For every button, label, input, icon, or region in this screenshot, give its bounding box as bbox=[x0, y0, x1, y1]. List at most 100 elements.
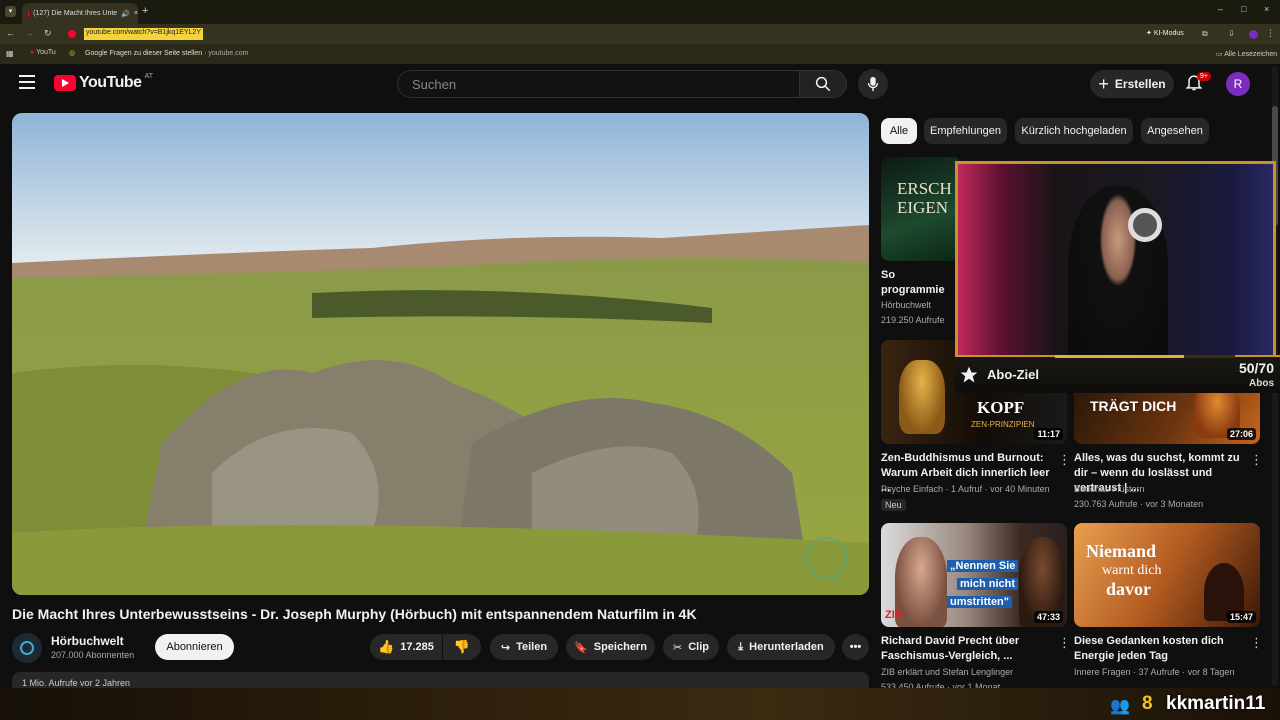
sub-goal-count: 50/70 bbox=[1238, 360, 1274, 376]
google-lens-icon: ◎ bbox=[69, 50, 76, 57]
thumbs-down-icon: 👎 bbox=[453, 639, 471, 654]
download-button[interactable]: ⤓ Herunterladen bbox=[727, 634, 835, 660]
create-label: Erstellen bbox=[1114, 77, 1166, 91]
rec-menu-icon[interactable]: ⋮ bbox=[1250, 635, 1263, 651]
rec-thumb-text: KOPF bbox=[977, 398, 1025, 417]
bookmark-bar: ▦ ● YouTu ◎ Google Fragen zu dieser Seit… bbox=[0, 44, 1280, 64]
tab-menu-icon[interactable]: ▾ bbox=[5, 6, 16, 17]
rec-channel[interactable]: Innere Fragen bbox=[1074, 667, 1131, 677]
back-icon[interactable]: ← bbox=[6, 28, 15, 38]
rec-meta: 230.763 Aufrufe · vor 3 Monaten bbox=[1074, 499, 1204, 509]
maximize-icon[interactable]: □ bbox=[1241, 4, 1246, 14]
rec-thumbnail[interactable]: ERSCH EIGEN bbox=[881, 157, 961, 261]
create-button[interactable]: + Erstellen bbox=[1090, 70, 1174, 98]
bookmark-youtube[interactable]: ● YouTu bbox=[30, 49, 56, 56]
rec-thumb-text-2: mich nicht bbox=[957, 578, 1019, 590]
subscribe-button[interactable]: Abonnieren bbox=[155, 634, 234, 660]
address-bar-row: ← → ↻ youtube.com/watch?v=B1jkq1EYL2Y ✦ … bbox=[0, 24, 1280, 44]
rec-menu-icon[interactable]: ⋮ bbox=[1058, 452, 1071, 468]
youtube-logo-text: YouTube bbox=[79, 74, 142, 91]
video-duration: 27:06 bbox=[1226, 428, 1256, 440]
video-player[interactable] bbox=[12, 113, 869, 595]
download-label: Herunterladen bbox=[749, 641, 824, 653]
minimize-icon[interactable]: – bbox=[1218, 4, 1223, 14]
rec-channel[interactable]: ZIB erklärt und Stefan Lenglinger bbox=[881, 665, 1013, 680]
rec-thumbnail[interactable]: „Nennen Sie mich nicht umstritten" ZIB 4… bbox=[881, 523, 1067, 627]
share-label: Teilen bbox=[516, 641, 548, 653]
new-badge: Neu bbox=[881, 499, 906, 511]
sub-goal-unit: Abos bbox=[1249, 378, 1274, 389]
zib-logo: ZIB bbox=[885, 609, 903, 621]
ki-mode-button[interactable]: ✦ KI-Modus bbox=[1146, 29, 1184, 37]
hamburger-menu-icon[interactable] bbox=[19, 75, 35, 89]
browser-tab[interactable]: (127) Die Macht Ihres Unte 🔊 × bbox=[22, 3, 138, 24]
site-info-icon[interactable] bbox=[68, 30, 76, 38]
google-ask-text: Google Fragen zu dieser Seite stellen bbox=[85, 50, 203, 57]
rec-meta: 1 Aufruf · vor 40 Minuten bbox=[951, 484, 1050, 494]
dislike-button[interactable]: 👎 bbox=[443, 634, 481, 660]
rec-thumb-text-2: warnt dich bbox=[1102, 563, 1162, 578]
thumbs-up-icon: 👍 bbox=[378, 639, 395, 654]
save-label: Speichern bbox=[593, 641, 647, 653]
rec-thumbnail[interactable]: Niemand warnt dich davor 15:47 bbox=[1074, 523, 1260, 627]
rec-thumb-text-1: „Nennen Sie bbox=[947, 560, 1019, 572]
scissors-icon: ✂ bbox=[673, 641, 683, 654]
google-ask-domain: youtube.com bbox=[208, 50, 249, 57]
forward-icon[interactable]: → bbox=[25, 28, 34, 38]
close-window-icon[interactable]: × bbox=[1264, 4, 1269, 14]
chip-recommendations[interactable]: Empfehlungen bbox=[924, 118, 1007, 144]
video-duration: 11:17 bbox=[1034, 428, 1063, 440]
search-button[interactable] bbox=[799, 70, 847, 98]
download-icon[interactable]: ⇩ bbox=[1228, 29, 1235, 38]
new-tab-icon[interactable]: + bbox=[142, 5, 148, 17]
save-button[interactable]: 🔖 Speichern bbox=[566, 634, 655, 660]
apps-icon[interactable]: ▦ bbox=[6, 49, 14, 58]
rec-menu-icon[interactable]: ⋮ bbox=[1058, 635, 1071, 651]
audio-icon: 🔊 bbox=[121, 10, 130, 18]
video-duration: 47:33 bbox=[1033, 611, 1063, 623]
webcam-overlay bbox=[955, 161, 1276, 361]
clip-button[interactable]: ✂ Clip bbox=[663, 634, 719, 660]
url-field[interactable]: youtube.com/watch?v=B1jkq1EYL2Y bbox=[84, 28, 203, 40]
rec-thumb-text: ERSCH EIGEN bbox=[897, 179, 952, 217]
chip-recently-uploaded[interactable]: Kürzlich hochgeladen bbox=[1015, 118, 1133, 144]
viewer-count: 8 bbox=[1142, 693, 1153, 714]
rec-thumb-subtext: ZEN-PRINZIPIEN bbox=[971, 420, 1035, 429]
youtube-play-logo-icon bbox=[54, 75, 76, 91]
sub-goal-progress-fill bbox=[1055, 355, 1184, 358]
tab-close-icon[interactable]: × bbox=[134, 10, 138, 17]
share-icon: ↪ bbox=[500, 641, 511, 654]
extension-icon[interactable]: ⧉ bbox=[1202, 29, 1208, 39]
notification-badge: 9+ bbox=[1197, 72, 1211, 81]
rec-title[interactable]: So programmie Unterbewussts bbox=[881, 268, 956, 298]
rec-channel[interactable]: Hörbuchwelt bbox=[881, 298, 931, 313]
search-input[interactable]: Suchen bbox=[397, 70, 799, 98]
browser-tab-bar: ▾ (127) Die Macht Ihres Unte 🔊 × + – □ × bbox=[0, 0, 1280, 24]
profile-icon[interactable] bbox=[1249, 30, 1258, 39]
rec-channel[interactable]: Buddhas Flüstern bbox=[1074, 482, 1145, 497]
chip-watched[interactable]: Angesehen bbox=[1141, 118, 1209, 144]
more-actions-button[interactable]: ••• bbox=[842, 634, 869, 660]
rec-channel[interactable]: Psyche Einfach bbox=[881, 484, 943, 494]
channel-name[interactable]: Hörbuchwelt bbox=[51, 634, 124, 648]
google-ask-hint[interactable]: Google Fragen zu dieser Seite stellen · … bbox=[85, 50, 248, 57]
youtube-logo[interactable]: YouTube AT bbox=[54, 73, 153, 92]
sub-goal-label: Abo-Ziel bbox=[987, 367, 1039, 382]
rec-thumb-text-3: davor bbox=[1106, 579, 1151, 599]
rec-channel-meta: Innere Fragen · 37 Aufrufe · vor 8 Tagen bbox=[1074, 667, 1235, 677]
tab-title: (127) Die Macht Ihres Unte bbox=[33, 10, 118, 17]
like-count: 17.285 bbox=[400, 641, 434, 653]
reload-icon[interactable]: ↻ bbox=[44, 28, 52, 39]
chip-all[interactable]: Alle bbox=[881, 118, 917, 144]
all-bookmarks[interactable]: ▭ Alle Lesezeichen bbox=[1216, 50, 1277, 58]
rec-menu-icon[interactable]: ⋮ bbox=[1250, 452, 1263, 468]
rec-title[interactable]: Diese Gedanken kosten dich Energie jeden… bbox=[1074, 634, 1244, 664]
avatar[interactable]: R bbox=[1226, 72, 1250, 96]
rec-title[interactable]: Richard David Precht über Faschismus-Ver… bbox=[881, 634, 1051, 664]
like-button[interactable]: 👍 17.285 bbox=[370, 634, 442, 660]
browser-menu-icon[interactable]: ⋮ bbox=[1266, 28, 1275, 39]
rec-meta: 219.250 Aufrufe bbox=[881, 315, 945, 325]
voice-search-button[interactable] bbox=[858, 69, 888, 99]
share-button[interactable]: ↪ Teilen bbox=[490, 634, 558, 660]
channel-avatar[interactable] bbox=[12, 633, 42, 663]
